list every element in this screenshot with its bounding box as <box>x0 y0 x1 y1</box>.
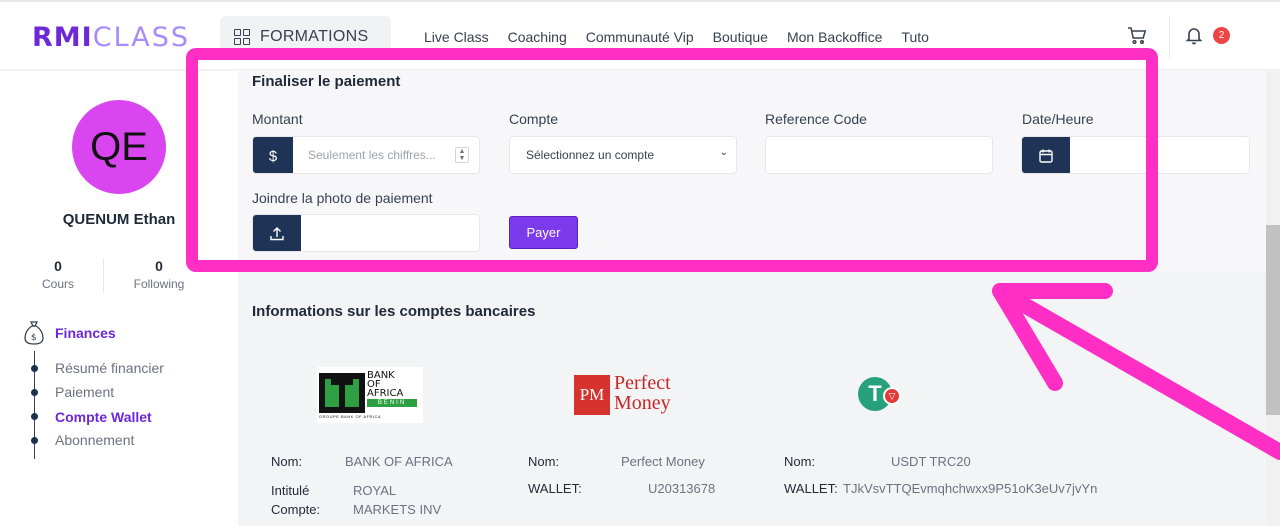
logo-thin-text: CLASS <box>92 22 190 53</box>
brand-logo[interactable]: RMICLASS <box>32 22 190 53</box>
bank-field-label: Nom: <box>528 454 560 469</box>
boa-logo-caption: GROUPE BANK OF AFRICA <box>319 414 382 419</box>
stat-courses-value: 0 <box>54 258 62 274</box>
grid-icon <box>234 29 250 45</box>
bank-field-label: WALLET: <box>528 481 582 496</box>
stat-divider <box>103 258 104 292</box>
nav-coaching[interactable]: Coaching <box>508 29 567 45</box>
bank-field-label: Intitulé Compte: <box>271 483 321 517</box>
bank-field-value: USDT TRC20 <box>891 454 971 469</box>
bank-card-boa: BANK OF AFRICA BENIN GROUPE BANK OF AFRI… <box>252 339 480 526</box>
submenu-dot <box>31 389 38 396</box>
bank-field-value: BANK OF AFRICA <box>345 454 453 469</box>
sidebar-item-paiement[interactable]: Paiement <box>55 384 114 400</box>
stat-courses-label: Cours <box>41 277 74 291</box>
bell-icon[interactable] <box>1184 25 1204 45</box>
submenu-dot <box>31 413 38 420</box>
main-nav: Live Class Coaching Communauté Vip Bouti… <box>424 29 929 45</box>
logo-bold-text: RMI <box>32 22 93 53</box>
nav-communaute-vip[interactable]: Communauté Vip <box>586 29 694 45</box>
boa-logo-line: AFRICA <box>367 388 404 399</box>
cart-icon[interactable] <box>1127 26 1147 46</box>
svg-text:$: $ <box>31 333 37 343</box>
bank-of-africa-logo: BANK OF AFRICA BENIN GROUPE BANK OF AFRI… <box>317 367 423 423</box>
nav-tuto[interactable]: Tuto <box>901 29 929 45</box>
bank-field-value: U20313678 <box>648 481 716 496</box>
stat-following-label: Following <box>133 277 185 291</box>
finances-section-title[interactable]: Finances <box>55 325 116 341</box>
scrollbar-thumb[interactable] <box>1266 225 1280 415</box>
tron-icon: ▽ <box>883 387 901 405</box>
bank-field-value: TJkVsvTTQEvmqhchwxx9P51oK3eUv7jvYn <box>843 481 1098 496</box>
bank-card-usdt: T ▽ Nom: USDT TRC20 WALLET: TJkVsvTTQEvm… <box>765 339 1097 526</box>
perfect-money-logo-mark: PM <box>574 375 610 415</box>
submenu-dot <box>31 365 38 372</box>
highlight-box <box>186 48 1158 272</box>
banks-title: Informations sur les comptes bancaires <box>252 303 536 320</box>
nav-boutique[interactable]: Boutique <box>713 29 768 45</box>
bank-card-perfect-money: PM Perfect Money Nom: Perfect Money WALL… <box>509 339 737 526</box>
money-bag-icon: $ <box>24 321 44 345</box>
logo-word: Money <box>614 392 671 414</box>
bank-field-label: Nom: <box>784 454 816 469</box>
bank-field-label: Nom: <box>271 454 303 469</box>
bank-field-value: ROYAL MARKETS INV <box>353 483 442 517</box>
sidebar-item-resume-financier[interactable]: Résumé financier <box>55 360 164 376</box>
sidebar-item-abonnement[interactable]: Abonnement <box>55 432 134 448</box>
logo-word: Perfect <box>614 372 671 394</box>
stat-courses: 0 Cours <box>18 258 98 291</box>
formations-label: FORMATIONS <box>260 28 369 45</box>
submenu-dot <box>31 437 38 444</box>
nav-divider <box>1169 16 1170 58</box>
perfect-money-logo-text: Perfect Money <box>614 373 671 413</box>
notification-badge: 2 <box>1213 27 1230 44</box>
nav-mon-backoffice[interactable]: Mon Backoffice <box>787 29 882 45</box>
nav-live-class[interactable]: Live Class <box>424 29 489 45</box>
sidebar-item-compte-wallet[interactable]: Compte Wallet <box>55 409 152 425</box>
boa-logo-country: BENIN <box>367 399 417 407</box>
avatar[interactable]: QE <box>72 100 166 194</box>
bank-field-value: Perfect Money <box>621 454 705 469</box>
bank-field-label: WALLET: <box>784 481 838 496</box>
